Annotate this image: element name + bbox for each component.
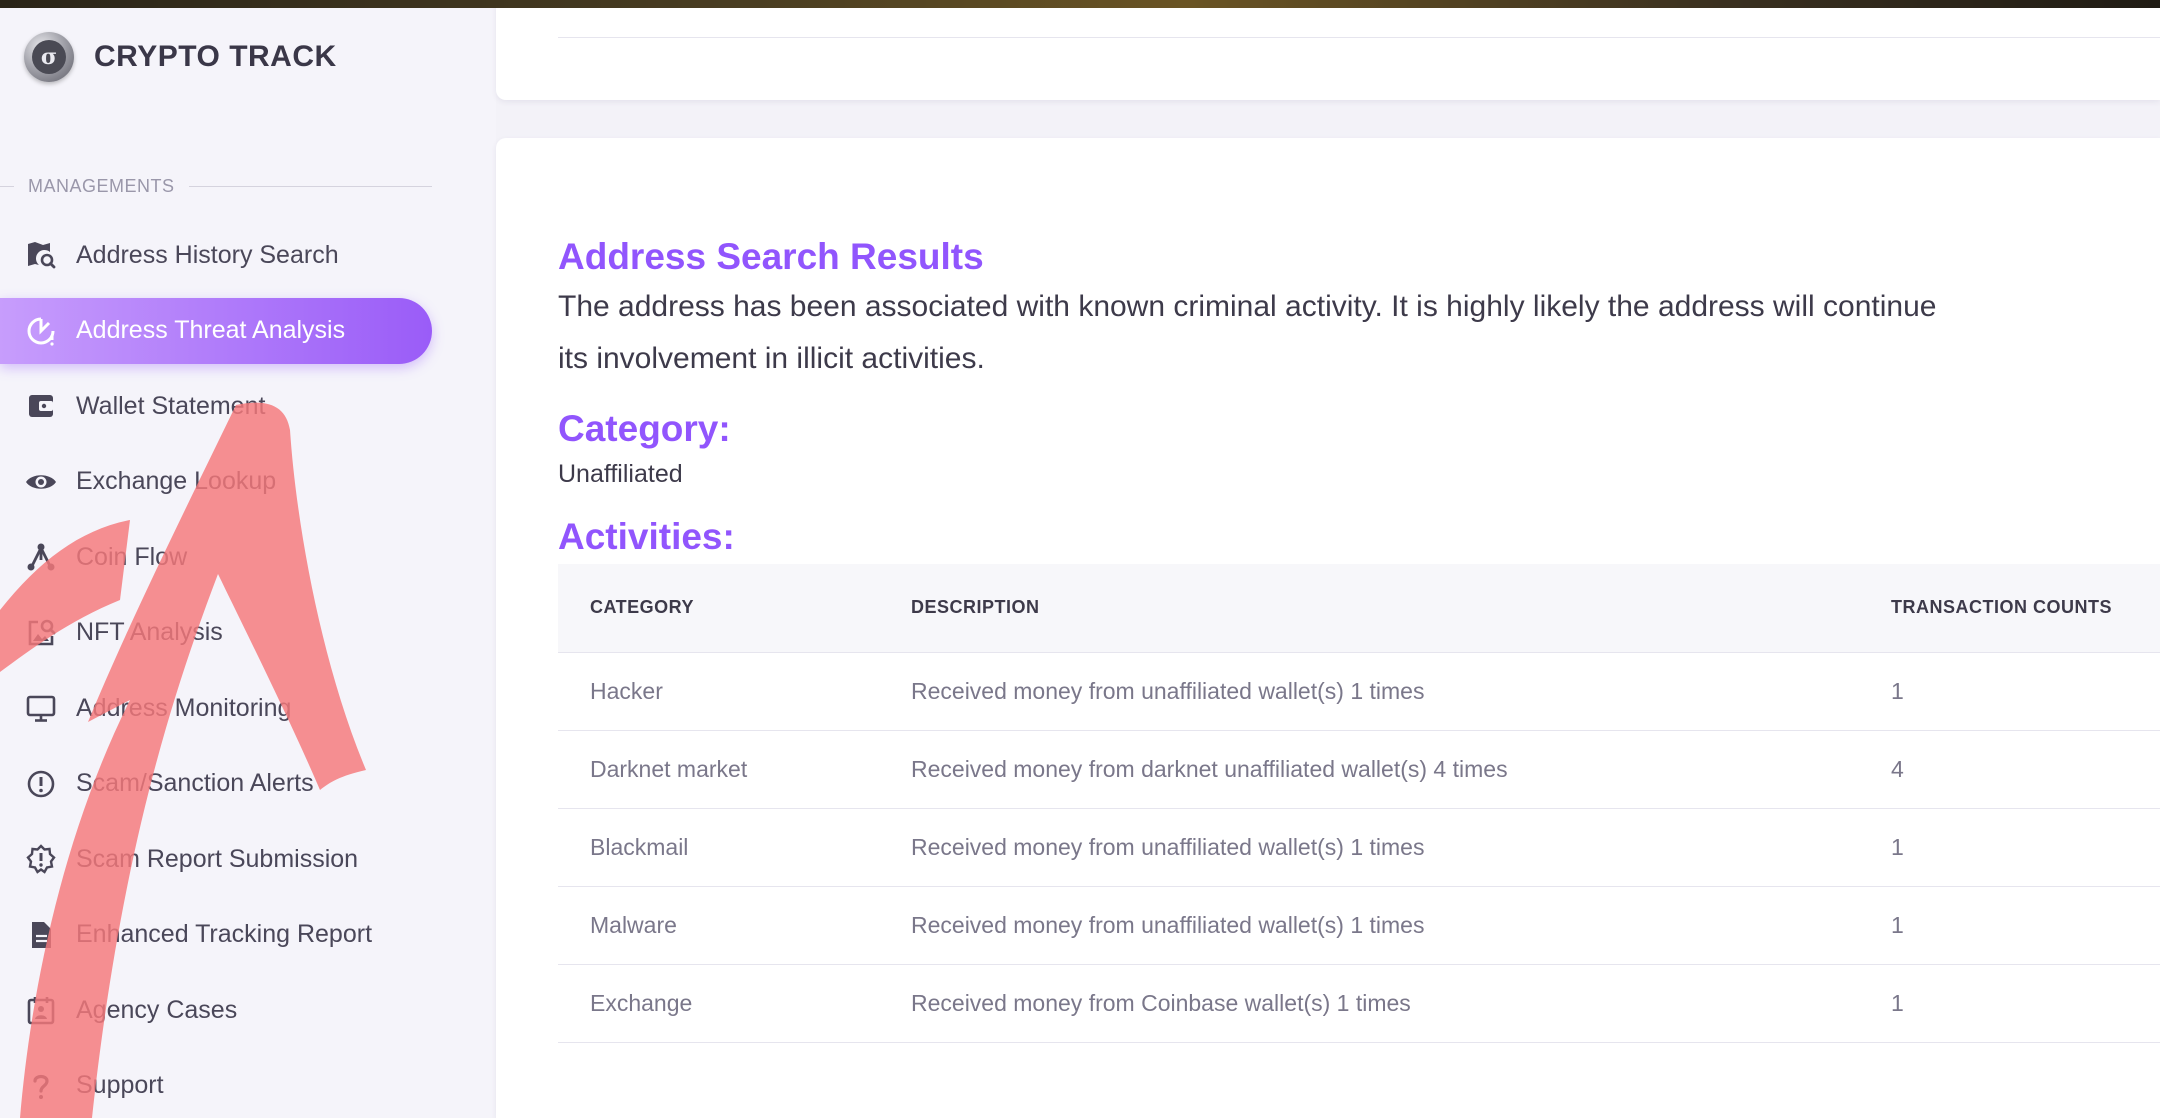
sidebar-item-label: Wallet Statement xyxy=(76,391,266,420)
sidebar-item-label: Agency Cases xyxy=(76,995,238,1024)
cell-category: Exchange xyxy=(558,964,879,1043)
search-card xyxy=(496,0,2160,100)
results-description-line2: its involvement in illicit activities. xyxy=(558,342,985,375)
sidebar-item-label: NFT Analysis xyxy=(76,618,223,646)
sidebar-item-label: Scam/Sanction Alerts xyxy=(76,769,314,797)
sidebar-item-label: Address Threat Analysis xyxy=(76,316,346,344)
sidebar-item-label: Scam Report Submission xyxy=(76,844,359,873)
eye-icon xyxy=(24,465,58,499)
section-label-managements: MANAGEMENTS xyxy=(0,172,432,200)
activities-table: CATEGORY DESCRIPTION TRANSACTION COUNTS … xyxy=(558,564,2160,1043)
sidebar-item-agency-cases[interactable]: Agency Cases xyxy=(0,977,432,1043)
sidebar-item-support[interactable]: Support xyxy=(0,1053,432,1118)
section-label-text: MANAGEMENTS xyxy=(28,175,175,196)
cell-count: 4 xyxy=(1859,730,2160,809)
search-card-divider xyxy=(558,37,2160,38)
activities-heading: Activities: xyxy=(558,516,735,557)
sidebar-item-label: Enhanced Tracking Report xyxy=(76,920,373,948)
cell-count: 1 xyxy=(1859,652,2160,731)
sidebar-item-address-threat-analysis[interactable]: Address Threat Analysis xyxy=(0,297,432,364)
table-row: Malware Received money from unaffiliated… xyxy=(558,886,2160,965)
sidebar-item-scam-sanction-alerts[interactable]: Scam/Sanction Alerts xyxy=(0,751,432,817)
monitor-icon xyxy=(24,691,58,725)
threat-chart-icon xyxy=(24,314,58,348)
brand-logo-icon: σ xyxy=(24,32,74,82)
sidebar-item-enhanced-tracking-report[interactable]: Enhanced Tracking Report xyxy=(0,902,432,968)
sidebar-item-label: Support xyxy=(76,1071,164,1099)
sidebar-item-exchange-lookup[interactable]: Exchange Lookup xyxy=(0,449,432,515)
cell-count: 1 xyxy=(1859,808,2160,887)
cell-description: Received money from Coinbase wallet(s) 1… xyxy=(879,964,1859,1043)
cell-count: 1 xyxy=(1859,886,2160,965)
cell-description: Received money from unaffiliated wallet(… xyxy=(879,808,1859,887)
cell-description: Received money from unaffiliated wallet(… xyxy=(879,886,1859,965)
category-value: Unaffiliated xyxy=(558,460,683,488)
top-banner-strip xyxy=(0,0,2160,8)
brand[interactable]: σ CRYPTO TRACK xyxy=(24,32,337,82)
results-card: Address Search Results The address has b… xyxy=(496,138,2160,1118)
sidebar-item-label: Address Monitoring xyxy=(76,693,292,722)
sidebar-item-label: Coin Flow xyxy=(76,542,188,571)
table-row: Blackmail Received money from unaffiliat… xyxy=(558,808,2160,887)
cell-category: Blackmail xyxy=(558,808,879,887)
cell-description: Received money from unaffiliated wallet(… xyxy=(879,652,1859,731)
document-icon xyxy=(24,918,58,952)
sidebar-item-label: Address History Search xyxy=(76,240,339,269)
sidebar-item-address-history-search[interactable]: Address History Search xyxy=(0,222,432,288)
alert-circle-icon xyxy=(24,767,58,801)
cell-category: Darknet market xyxy=(558,730,879,809)
activities-table-body: Hacker Received money from unaffiliated … xyxy=(558,652,2160,1043)
alert-decagram-icon xyxy=(24,842,58,876)
sidebar-item-wallet-statement[interactable]: Wallet Statement xyxy=(0,373,432,439)
sidebar-item-address-monitoring[interactable]: Address Monitoring xyxy=(0,675,432,741)
column-header-category[interactable]: CATEGORY xyxy=(558,564,879,653)
cell-category: Hacker xyxy=(558,652,879,731)
cell-description: Received money from darknet unaffiliated… xyxy=(879,730,1859,809)
image-search-icon xyxy=(24,616,58,650)
calendar-account-icon xyxy=(24,993,58,1027)
cell-category: Malware xyxy=(558,886,879,965)
sidebar: σ CRYPTO TRACK MANAGEMENTS Address Histo… xyxy=(0,0,496,1118)
results-title: Address Search Results xyxy=(558,236,984,277)
section-divider-right xyxy=(188,185,432,187)
brand-logo-glyph: σ xyxy=(32,40,66,74)
table-row: Exchange Received money from Coinbase wa… xyxy=(558,964,2160,1043)
sidebar-nav: Address History Search Address Threat An… xyxy=(0,222,432,1118)
wallet-icon xyxy=(24,389,58,423)
flow-icon xyxy=(24,540,58,574)
table-row: Hacker Received money from unaffiliated … xyxy=(558,652,2160,731)
category-heading: Category: xyxy=(558,408,731,449)
question-icon xyxy=(24,1069,58,1103)
sidebar-item-nft-analysis[interactable]: NFT Analysis xyxy=(0,600,432,666)
cell-count: 1 xyxy=(1859,964,2160,1043)
activities-table-header: CATEGORY DESCRIPTION TRANSACTION COUNTS xyxy=(558,564,2160,653)
section-divider-left xyxy=(0,185,14,187)
column-header-description[interactable]: DESCRIPTION xyxy=(879,564,1859,653)
map-search-icon xyxy=(24,238,58,272)
sidebar-item-label: Exchange Lookup xyxy=(76,467,277,495)
sidebar-item-coin-flow[interactable]: Coin Flow xyxy=(0,524,432,590)
results-description-line1: The address has been associated with kno… xyxy=(558,290,1937,323)
results-content: Address Search Results The address has b… xyxy=(558,234,2160,1043)
sidebar-item-scam-report-submission[interactable]: Scam Report Submission xyxy=(0,826,432,892)
brand-name: CRYPTO TRACK xyxy=(94,40,337,73)
column-header-transaction-counts[interactable]: TRANSACTION COUNTS xyxy=(1859,564,2160,653)
table-row: Darknet market Received money from darkn… xyxy=(558,730,2160,809)
table-header-row: CATEGORY DESCRIPTION TRANSACTION COUNTS xyxy=(558,564,2160,653)
